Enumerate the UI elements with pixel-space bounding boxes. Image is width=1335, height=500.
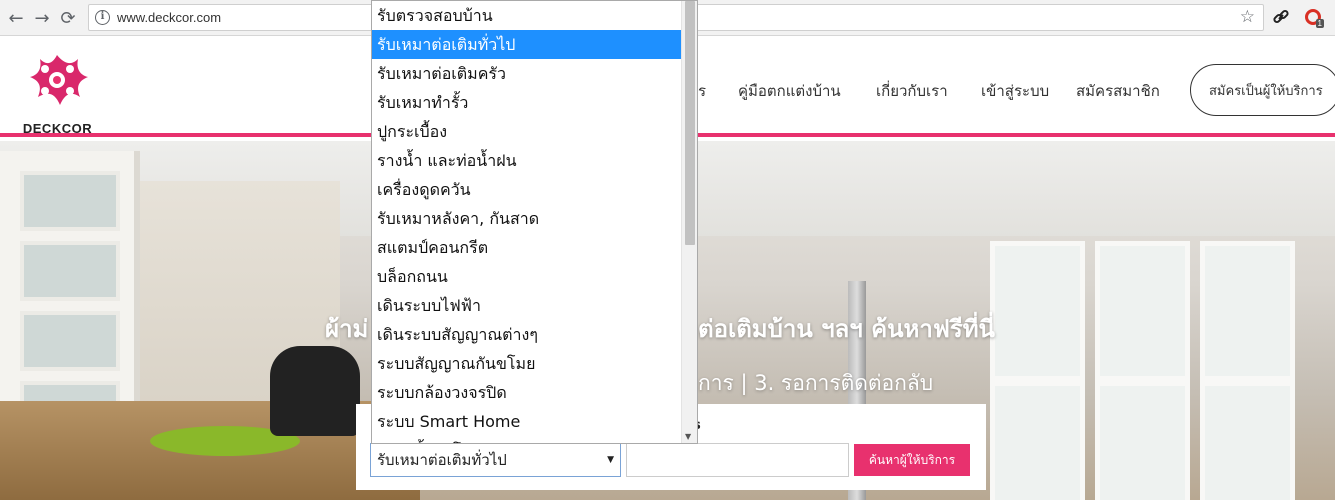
dropdown-option[interactable]: สแตมป์คอนกรีต [372, 233, 682, 262]
chevron-down-icon: ▼ [607, 455, 614, 465]
scrollbar-thumb[interactable] [685, 1, 695, 245]
dropdown-option[interactable]: ระบบสัญญาณกันขโมย [372, 349, 682, 378]
extension-badge: 1 [1315, 19, 1324, 28]
nav-item-about[interactable]: เกี่ยวกับเรา [876, 79, 948, 103]
nav-item-partial[interactable]: ร [698, 79, 706, 103]
dropdown-option[interactable]: ระบบ Smart Home [372, 407, 682, 436]
info-icon[interactable]: i [95, 10, 110, 25]
hero-title-left: ผ้าม่ [325, 315, 369, 343]
reload-icon[interactable]: ⟳ [56, 6, 80, 30]
dropdown-option[interactable]: เดินระบบไฟฟ้า [372, 291, 682, 320]
bookmark-star-icon[interactable]: ☆ [1240, 7, 1255, 27]
search-provider-button[interactable]: ค้นหาผู้ให้บริการ [854, 444, 970, 476]
url-text[interactable]: www.deckcor.com [117, 10, 221, 25]
dropdown-option[interactable]: รับเหมาทำรั้ว [372, 88, 682, 117]
nav-item-register[interactable]: สมัครสมาชิก [1076, 79, 1160, 103]
provider-signup-button[interactable]: สมัครเป็นผู้ให้บริการ [1190, 64, 1335, 116]
category-select-value: รับเหมาต่อเติมทั่วไป [377, 451, 507, 469]
hero-window [1095, 381, 1190, 500]
dropdown-option[interactable]: ปูกระเบื้อง [372, 117, 682, 146]
hero-window [1200, 241, 1295, 381]
dropdown-option[interactable]: รับเหมาต่อเติมครัว [372, 59, 682, 88]
hero-window [1095, 241, 1190, 381]
hero-subtitle: การ | 3. รอการติดต่อกลับ [698, 371, 934, 395]
dropdown-option[interactable]: รับเหมาหลังคา, กันสาด [372, 204, 682, 233]
nav-item-login[interactable]: เข้าสู่ระบบ [981, 79, 1049, 103]
dropdown-options: รับตรวจสอบบ้าน รับเหมาต่อเติมทั่วไป รับเหม… [372, 1, 682, 443]
category-dropdown-list[interactable]: รับตรวจสอบบ้าน รับเหมาต่อเติมทั่วไป รับเหม… [371, 0, 698, 444]
dropdown-option[interactable]: บล็อกถนน [372, 262, 682, 291]
dropdown-option[interactable]: รับตรวจสอบบ้าน [372, 1, 682, 30]
dropdown-option[interactable]: รับเหมาต่อเติมทั่วไป [372, 30, 682, 59]
deckcor-logo[interactable]: DECKCOR [20, 47, 95, 136]
location-input[interactable] [626, 443, 849, 477]
dropdown-option[interactable]: ประตูรั้วอัตโนมัติ [372, 436, 682, 443]
hero-window [990, 381, 1085, 500]
category-select[interactable]: รับเหมาต่อเติมทั่วไป ▼ [370, 443, 621, 477]
dropdown-option[interactable]: เดินระบบสัญญาณต่างๆ [372, 320, 682, 349]
scroll-down-icon[interactable]: ▼ [685, 432, 691, 441]
forward-icon[interactable]: → [30, 6, 54, 30]
dropdown-option[interactable]: ระบบกล้องวงจรปิด [372, 378, 682, 407]
dropdown-scrollbar[interactable]: ▼ [681, 1, 697, 443]
dropdown-option[interactable]: เครื่องดูดควัน [372, 175, 682, 204]
back-icon[interactable]: ← [4, 6, 28, 30]
hero-title-right: ต่อเติมบ้าน ฯลฯ ค้นหาฟรีที่นี่ [698, 315, 995, 343]
dropdown-option[interactable]: รางน้ำ และท่อน้ำฝน [372, 146, 682, 175]
hero-window [1200, 381, 1295, 500]
nav-item-guide[interactable]: คู่มือตกแต่งบ้าน [738, 79, 841, 103]
hero-chair [270, 346, 360, 436]
logo-icon [30, 55, 88, 105]
hero-window [990, 241, 1085, 381]
link-extension-icon[interactable] [1270, 6, 1292, 28]
opera-extension-icon[interactable]: 1 [1302, 6, 1324, 28]
brand-name: DECKCOR [22, 121, 93, 136]
